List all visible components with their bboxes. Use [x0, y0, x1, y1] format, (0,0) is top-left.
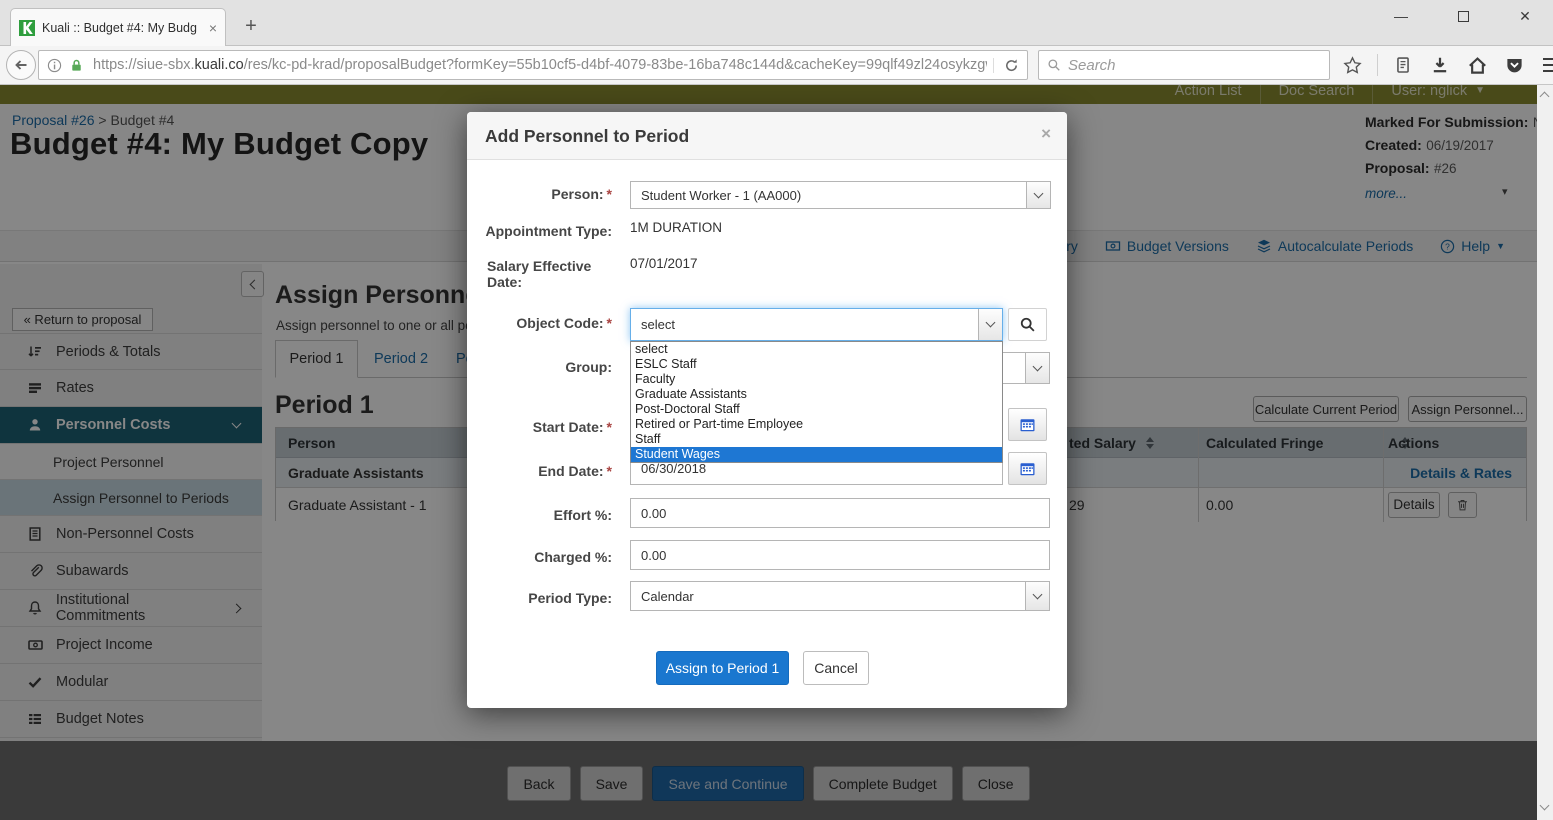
group-label: Group: [485, 359, 612, 375]
salary-effective-date-value: 07/01/2017 [630, 256, 698, 271]
maximize-button[interactable] [1443, 2, 1483, 30]
dropdown-option[interactable]: select [631, 342, 1002, 357]
charged-label: Charged %: [485, 549, 612, 565]
effort-label: Effort %: [485, 507, 612, 523]
effort-input[interactable] [630, 498, 1050, 528]
dialog-title: Add Personnel to Period [485, 112, 689, 160]
object-code-combobox[interactable]: select [630, 308, 1003, 341]
maximize-icon [1458, 11, 1469, 22]
browser-tab-strip: Kuali :: Budget #4: My Budg × + — ✕ [0, 0, 1553, 46]
object-code-value: select [631, 317, 978, 332]
period-type-label: Period Type: [485, 590, 612, 606]
kuali-favicon [19, 20, 35, 36]
end-date-calendar-button[interactable] [1008, 452, 1047, 485]
tab-close-icon[interactable]: × [209, 20, 217, 36]
back-arrow-icon [13, 57, 29, 73]
end-date-label: End Date:* [485, 463, 612, 479]
charged-input[interactable] [630, 540, 1050, 570]
dropdown-option-selected[interactable]: Student Wages [631, 447, 1002, 462]
close-window-button[interactable]: ✕ [1505, 2, 1545, 30]
minimize-button[interactable]: — [1381, 2, 1421, 30]
scroll-up-icon[interactable] [1541, 87, 1548, 105]
browser-window: Kuali :: Budget #4: My Budg × + — ✕ http… [0, 0, 1553, 820]
new-tab-button[interactable]: + [238, 14, 264, 40]
home-icon[interactable] [1465, 53, 1489, 77]
url-text[interactable]: https://siue-sbx.kuali.co/res/kc-pd-krad… [93, 57, 987, 73]
dropdown-option[interactable]: Staff [631, 432, 1002, 447]
search-input[interactable] [1068, 57, 1321, 74]
window-controls: — ✕ [1381, 2, 1545, 30]
search-bar[interactable] [1038, 50, 1330, 80]
page-scrollbar[interactable] [1537, 85, 1553, 820]
appointment-type-value: 1M DURATION [630, 220, 722, 235]
person-label: Person:* [485, 186, 612, 202]
period-type-value: Calendar [631, 589, 1025, 604]
dropdown-option[interactable]: Retired or Part-time Employee [631, 417, 1002, 432]
salary-effective-date-label: Salary Effective Date: [487, 258, 597, 290]
calendar-icon [1019, 461, 1036, 477]
tab-title: Kuali :: Budget #4: My Budg [42, 21, 202, 35]
add-personnel-dialog: Add Personnel to Period × Person:* Stude… [467, 112, 1067, 708]
scroll-down-icon[interactable] [1541, 796, 1548, 814]
lock-icon [69, 58, 84, 73]
chevron-down-icon [978, 309, 1002, 340]
object-code-dropdown-list: select ESLC Staff Faculty Graduate Assis… [630, 341, 1003, 463]
person-select-value: Student Worker - 1 (AA000) [631, 188, 1026, 203]
object-code-label: Object Code:* [485, 315, 612, 331]
library-icon[interactable] [1391, 53, 1415, 77]
browser-tab[interactable]: Kuali :: Budget #4: My Budg × [10, 8, 226, 46]
dialog-close-icon[interactable]: × [1041, 124, 1051, 144]
cancel-button[interactable]: Cancel [803, 651, 869, 685]
downloads-icon[interactable] [1428, 53, 1452, 77]
url-bar[interactable]: https://siue-sbx.kuali.co/res/kc-pd-krad… [38, 50, 1028, 80]
dialog-header: Add Personnel to Period × [467, 112, 1067, 160]
chevron-down-icon [1025, 353, 1049, 383]
period-type-select[interactable]: Calendar [630, 581, 1050, 611]
info-icon[interactable] [47, 58, 62, 73]
chevron-down-icon [1025, 582, 1049, 610]
pocket-icon[interactable] [1502, 53, 1526, 77]
person-select[interactable]: Student Worker - 1 (AA000) [630, 181, 1051, 209]
calendar-icon [1019, 417, 1036, 433]
object-code-lookup-button[interactable] [1008, 308, 1047, 341]
start-date-calendar-button[interactable] [1008, 408, 1047, 441]
search-icon [1047, 58, 1061, 72]
toolbar-divider [1377, 54, 1378, 76]
chevron-down-icon [1026, 182, 1050, 208]
appointment-type-label: Appointment Type: [485, 223, 612, 239]
dropdown-option[interactable]: ESLC Staff [631, 357, 1002, 372]
magnifier-icon [1019, 316, 1036, 333]
bookmark-star-icon[interactable] [1340, 53, 1364, 77]
start-date-label: Start Date:* [485, 419, 612, 435]
menu-hamburger-icon[interactable] [1539, 53, 1553, 77]
reload-icon [1004, 58, 1019, 73]
reload-button[interactable] [993, 58, 1019, 73]
dropdown-option[interactable]: Faculty [631, 372, 1002, 387]
dropdown-option[interactable]: Graduate Assistants [631, 387, 1002, 402]
dropdown-option[interactable]: Post-Doctoral Staff [631, 402, 1002, 417]
assign-to-period-button[interactable]: Assign to Period 1 [656, 651, 789, 685]
back-button[interactable] [6, 50, 36, 80]
